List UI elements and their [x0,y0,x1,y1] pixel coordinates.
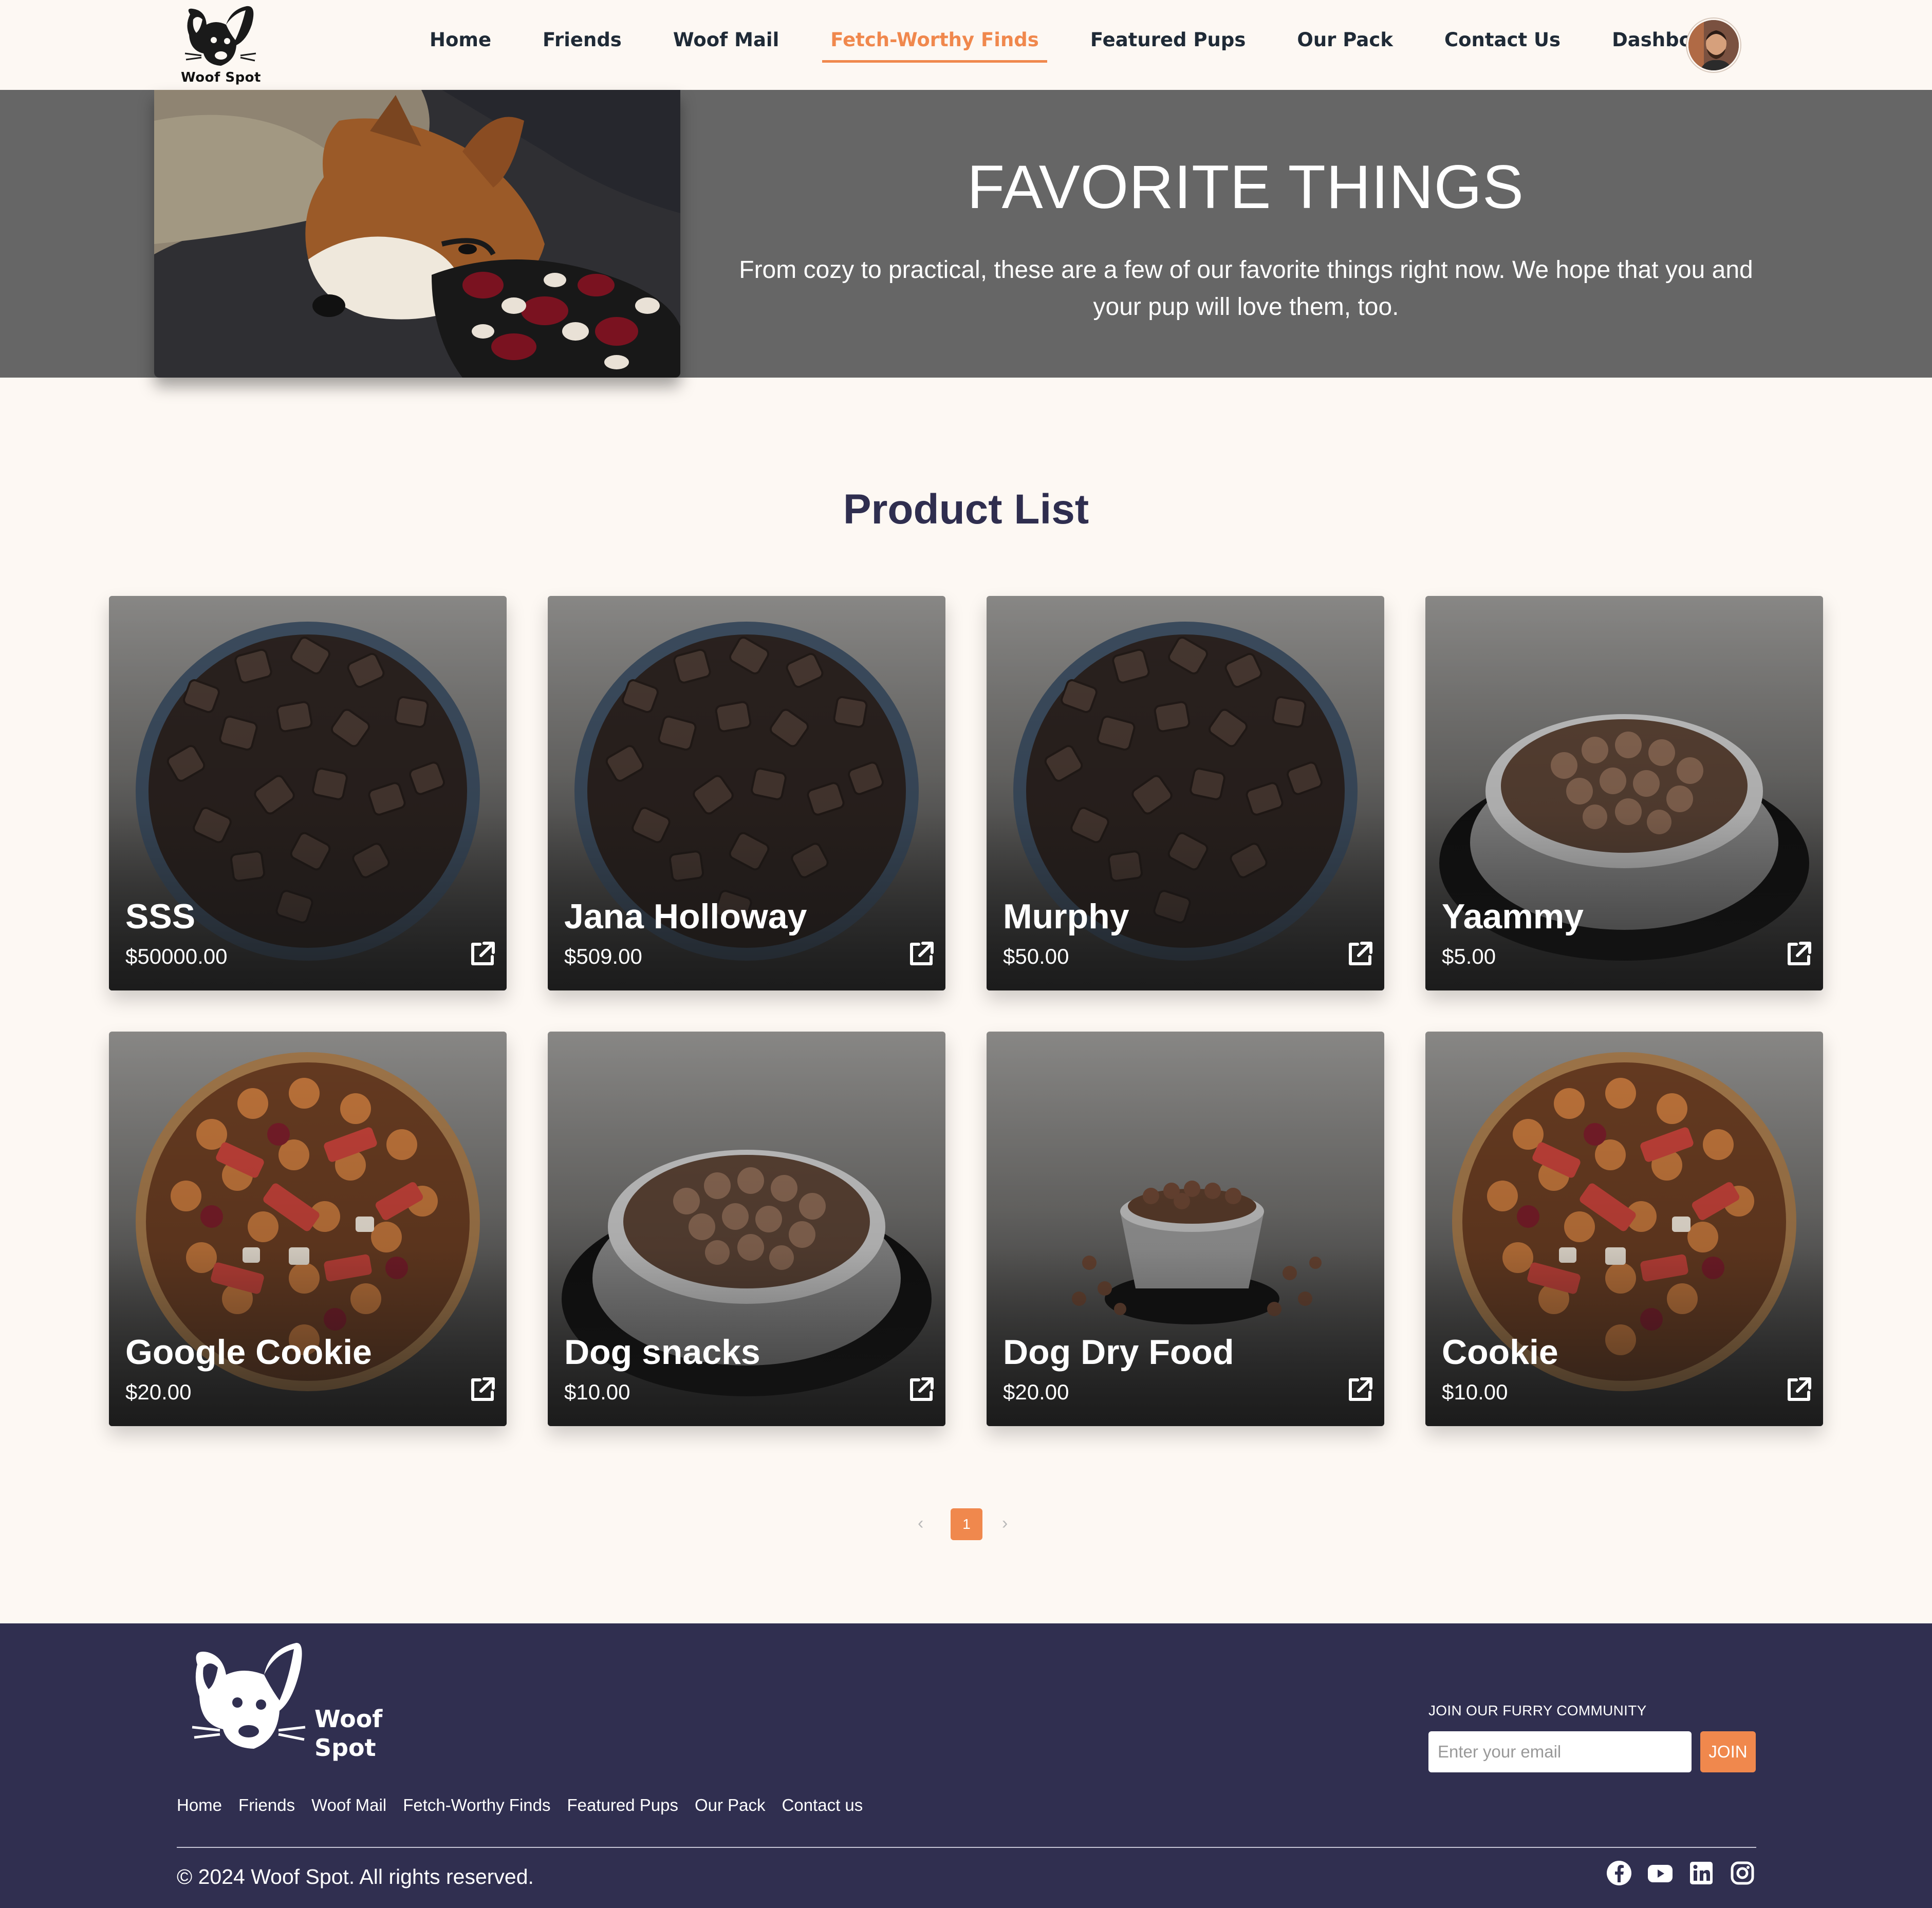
nav-contact-us[interactable]: Contact Us [1436,27,1569,63]
youtube-icon[interactable] [1647,1860,1674,1886]
brand-logo[interactable]: Woof Spot [175,4,262,86]
product-price: $20.00 [1003,1380,1069,1404]
nav-friends[interactable]: Friends [534,27,630,63]
external-link-icon[interactable] [469,940,496,968]
user-avatar-icon [1688,20,1739,70]
social-links [1606,1860,1770,1886]
newsletter-email-input[interactable] [1428,1731,1692,1772]
external-link-icon[interactable] [1346,940,1374,968]
product-card[interactable]: Cookie $10.00 [1425,1032,1823,1426]
footer-link-fetch-worthy-finds[interactable]: Fetch-Worthy Finds [403,1795,550,1815]
product-price: $20.00 [125,1380,192,1404]
product-price: $10.00 [564,1380,630,1404]
product-name: Murphy [1003,897,1129,936]
external-link-icon[interactable] [1346,1376,1374,1404]
footer-divider [177,1847,1756,1848]
product-name: Yaammy [1442,897,1584,936]
footer-brand-logo[interactable]: Woof Spot [177,1639,393,1762]
product-card[interactable]: Google Cookie $20.00 [109,1032,507,1426]
dog-logo-icon [192,1642,306,1749]
pagination-page-1[interactable]: 1 [951,1508,982,1540]
newsletter-label: JOIN OUR FURRY COMMUNITY [1428,1703,1647,1718]
site-footer: Woof Spot JOIN OUR FURRY COMMUNITY JOIN … [0,1623,1932,1908]
linkedin-icon[interactable] [1688,1860,1715,1886]
corgi-photo-image [154,90,680,378]
nav-fetch-worthy-finds[interactable]: Fetch-Worthy Finds [822,27,1047,63]
top-navbar: Woof Spot Home Friends Woof Mail Fetch-W… [0,0,1932,90]
facebook-icon[interactable] [1606,1860,1632,1886]
footer-link-friends[interactable]: Friends [238,1795,295,1815]
product-price: $509.00 [564,944,642,968]
footer-nav: Home Friends Woof Mail Fetch-Worthy Find… [177,1795,879,1815]
logo-wordmark: Woof Spot [181,70,261,85]
footer-link-featured-pups[interactable]: Featured Pups [567,1795,678,1815]
footer-link-contact-us[interactable]: Contact us [782,1795,863,1815]
footer-link-woof-mail[interactable]: Woof Mail [311,1795,386,1815]
product-name: Google Cookie [125,1333,372,1372]
copyright-text: © 2024 Woof Spot. All rights reserved. [177,1865,534,1888]
external-link-icon[interactable] [907,1376,935,1404]
hero-title: FAVORITE THINGS [967,153,1525,221]
footer-link-home[interactable]: Home [177,1795,222,1815]
product-card[interactable]: Murphy $50.00 [987,596,1384,990]
dog-logo-icon [184,6,256,66]
product-price: $10.00 [1442,1380,1508,1404]
product-name: SSS [125,897,196,936]
user-avatar[interactable] [1687,18,1740,72]
product-name: Dog Dry Food [1003,1333,1234,1372]
pagination-prev-button[interactable]: ‹ [918,1513,923,1533]
product-name: Cookie [1442,1333,1558,1372]
external-link-icon[interactable] [1785,1376,1813,1404]
product-card[interactable]: SSS $50000.00 [109,596,507,990]
nav-our-pack[interactable]: Our Pack [1289,27,1401,63]
product-price: $50.00 [1003,944,1069,968]
product-card[interactable]: Yaammy $5.00 [1425,596,1823,990]
external-link-icon[interactable] [907,940,935,968]
product-card[interactable]: Dog snacks $10.00 [548,1032,945,1426]
external-link-icon[interactable] [1785,940,1813,968]
external-link-icon[interactable] [469,1376,496,1404]
product-name: Dog snacks [564,1333,760,1372]
newsletter-join-button[interactable]: JOIN [1700,1731,1756,1772]
product-grid: SSS $50000.00 Jana Holloway $509.00 Murp… [109,596,1823,1426]
footer-link-our-pack[interactable]: Our Pack [695,1795,766,1815]
nav-woof-mail[interactable]: Woof Mail [665,27,787,63]
product-card[interactable]: Jana Holloway $509.00 [548,596,945,990]
product-list-title: Product List [843,486,1089,533]
product-card[interactable]: Dog Dry Food $20.00 [987,1032,1384,1426]
pagination-next-button[interactable]: › [1002,1513,1008,1533]
product-price: $50000.00 [125,944,228,968]
footer-logo-wordmark: Woof Spot [314,1705,383,1762]
pagination: ‹ 1 › [909,1508,1023,1541]
instagram-icon[interactable] [1729,1860,1756,1886]
main-nav: Home Friends Woof Mail Fetch-Worthy Find… [421,27,1771,63]
hero-banner: FAVORITE THINGS From cozy to practical, … [0,90,1932,378]
nav-home[interactable]: Home [421,27,499,63]
nav-featured-pups[interactable]: Featured Pups [1082,27,1254,63]
product-price: $5.00 [1442,944,1496,968]
product-name: Jana Holloway [564,897,807,936]
hero-dog-photo [154,90,680,378]
hero-description: From cozy to practical, these are a few … [739,256,1753,321]
